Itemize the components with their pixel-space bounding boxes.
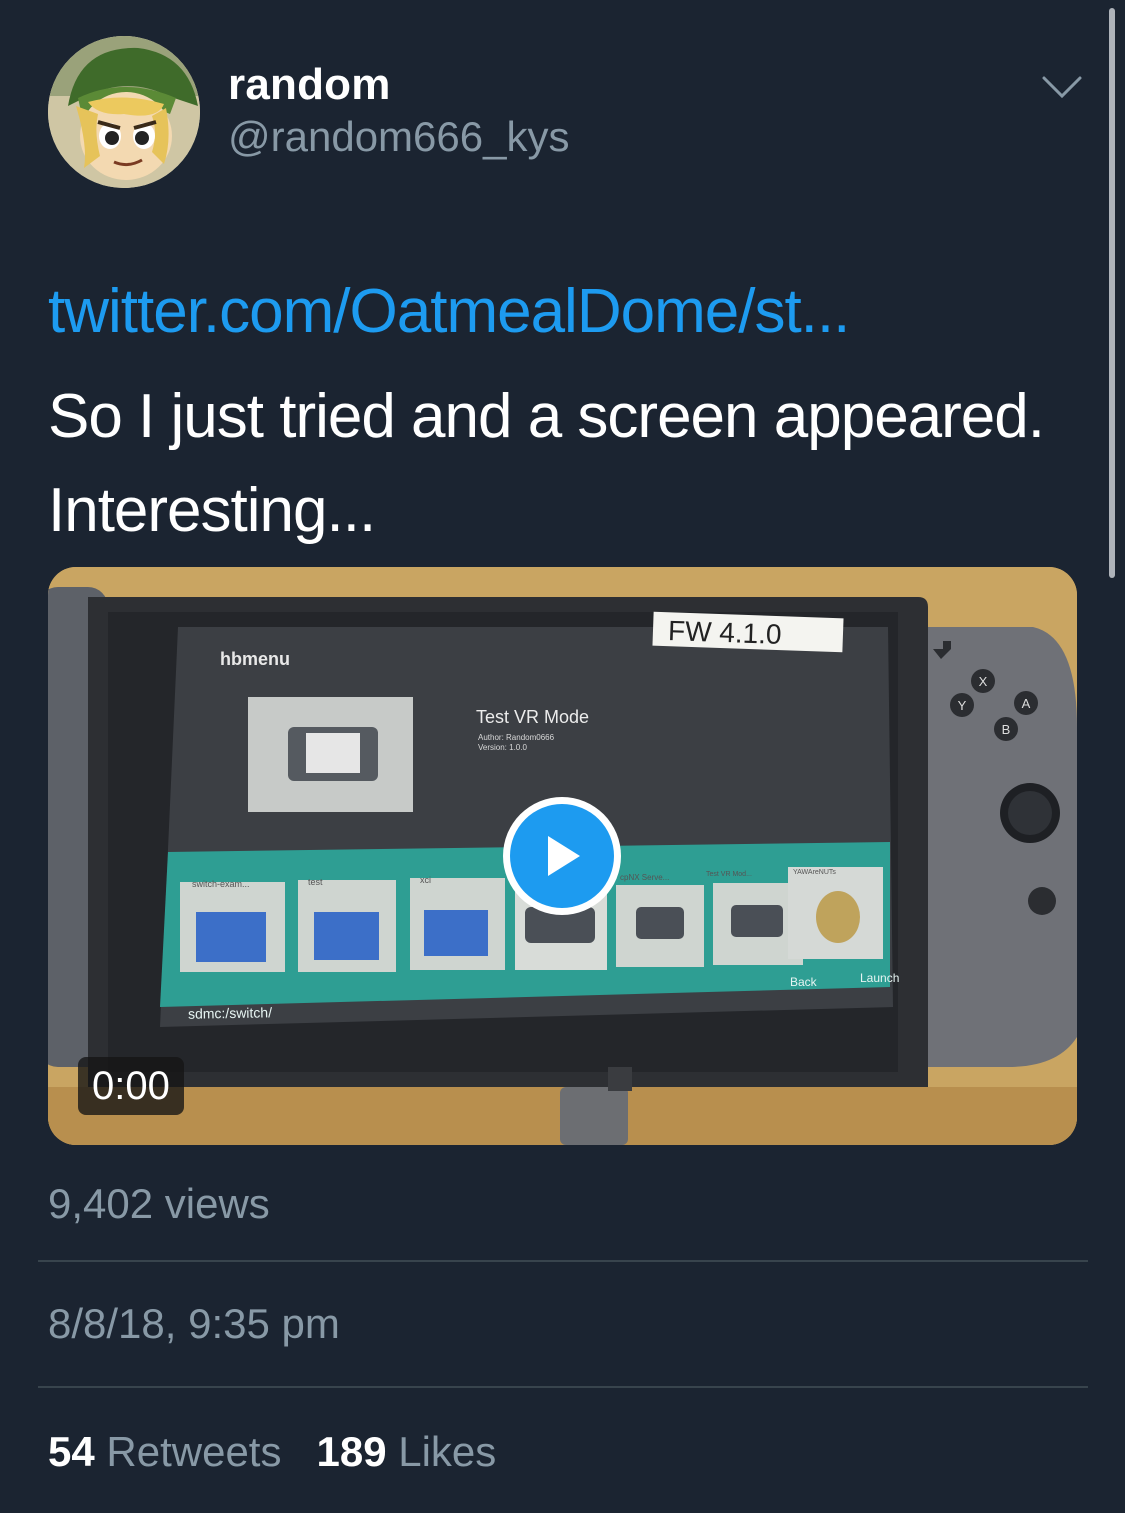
user-handle[interactable]: @random666_kys xyxy=(228,113,569,161)
screen-launch-hint: Launch xyxy=(860,971,900,985)
screen-tile-label: xci xyxy=(420,875,431,885)
tweet-date: 8/8/18, 9:35 pm xyxy=(48,1300,340,1347)
play-icon xyxy=(510,804,614,908)
screen-tile-label: test xyxy=(308,877,323,887)
svg-text:Y: Y xyxy=(958,698,967,713)
divider xyxy=(38,1386,1088,1388)
svg-text:X: X xyxy=(979,674,988,689)
tweet-detail-page: random @random666_kys twitter.com/Oatmea… xyxy=(0,0,1125,1513)
likes-label: Likes xyxy=(398,1428,497,1475)
view-count: 9,402 views xyxy=(48,1180,270,1227)
screen-tile-label: Test VR Mod... xyxy=(706,871,752,878)
avatar[interactable] xyxy=(48,36,200,188)
tweet-link[interactable]: twitter.com/OatmealDome/st... xyxy=(48,276,850,347)
svg-text:B: B xyxy=(1002,722,1011,737)
scrollbar[interactable] xyxy=(1109,8,1115,578)
screen-back-hint: Back xyxy=(790,975,817,989)
video-duration: 0:00 xyxy=(78,1057,184,1115)
play-button[interactable] xyxy=(503,797,621,915)
screen-selected-title: Test VR Mode xyxy=(476,707,590,727)
screen-tile-label: cpNX Serve... xyxy=(620,873,670,882)
screen-author-line: Author: Random0666 xyxy=(478,733,555,742)
display-name[interactable]: random xyxy=(228,60,391,110)
divider xyxy=(38,1260,1088,1262)
tweet-text: So I just tried and a screen appeared. I… xyxy=(48,382,1045,545)
likes-stat[interactable]: 189 Likes xyxy=(316,1428,496,1475)
screen-version-line: Version: 1.0.0 xyxy=(478,743,527,752)
retweets-label: Retweets xyxy=(106,1428,282,1475)
engagement-stats: 54 Retweets 189 Likes xyxy=(48,1428,496,1476)
retweets-stat[interactable]: 54 Retweets xyxy=(48,1428,293,1475)
chevron-down-icon[interactable] xyxy=(1040,72,1084,102)
screen-app-title: hbmenu xyxy=(220,649,290,669)
screen-firmware-label: FW 4.1.0 xyxy=(667,615,783,650)
screen-tile-label: YAWAreNUTs xyxy=(793,869,836,876)
retweets-count: 54 xyxy=(48,1428,95,1475)
screen-path: sdmc:/switch/ xyxy=(187,1004,273,1022)
avatar-cartoon-elf-icon xyxy=(48,36,200,188)
likes-count: 189 xyxy=(316,1428,387,1475)
svg-text:A: A xyxy=(1022,696,1031,711)
screen-tile-label: switch-exam... xyxy=(192,879,250,889)
